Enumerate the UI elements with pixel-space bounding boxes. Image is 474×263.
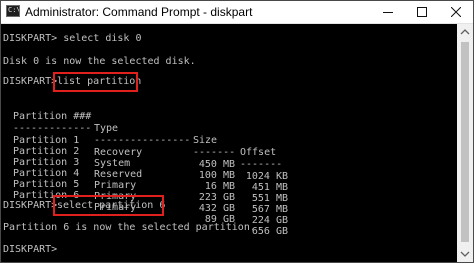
prompt-list-partition: DISKPART> xyxy=(3,76,58,87)
output-partition-selected: Partition 6 is now the selected partitio… xyxy=(3,222,256,233)
close-icon xyxy=(451,7,461,17)
scroll-down-button[interactable] xyxy=(457,246,473,262)
vertical-scrollbar[interactable] xyxy=(457,24,473,262)
close-button[interactable] xyxy=(439,1,473,23)
scroll-up-button[interactable] xyxy=(457,24,473,40)
scrollbar-thumb[interactable] xyxy=(461,42,469,242)
maximize-icon xyxy=(417,7,427,17)
window-title: Administrator: Command Prompt - diskpart xyxy=(25,5,253,19)
highlight-list-partition xyxy=(53,72,138,92)
command-line-select-disk: DISKPART> select disk 0 xyxy=(3,33,142,44)
scroll-down-arrow-icon xyxy=(460,251,470,257)
column-header-offset: Offset xyxy=(240,147,277,158)
partition-table-separator: ------------- ---------------- ------- -… xyxy=(13,111,282,170)
separator-type: ---------------- xyxy=(94,135,191,146)
column-header-type: Type xyxy=(94,123,119,134)
highlight-select-partition xyxy=(53,195,164,216)
table-row: Partition 6 Primary 89 GB 656 GB xyxy=(13,178,288,237)
minimize-button[interactable] xyxy=(371,1,405,23)
command-prompt-window: C:\ Administrator: Command Prompt - disk… xyxy=(0,0,474,263)
partition-table-header: Partition ### Type Size Offset xyxy=(13,99,276,158)
output-disk-selected: Disk 0 is now the selected disk. xyxy=(3,56,196,67)
separator-size: ------- xyxy=(193,147,236,158)
console-output[interactable]: DISKPART> select disk 0 Disk 0 is now th… xyxy=(1,24,457,262)
command-prompt-icon: C:\ xyxy=(6,5,20,17)
minimize-icon xyxy=(383,12,393,13)
prompt-select-partition: DISKPART> xyxy=(3,200,58,211)
maximize-button[interactable] xyxy=(405,1,439,23)
prompt-current[interactable]: DISKPART> xyxy=(3,244,57,256)
column-header-size: Size xyxy=(193,135,218,146)
separator-offset: ------- xyxy=(240,159,283,170)
scroll-up-arrow-icon xyxy=(460,29,470,35)
title-bar[interactable]: C:\ Administrator: Command Prompt - disk… xyxy=(1,1,473,24)
